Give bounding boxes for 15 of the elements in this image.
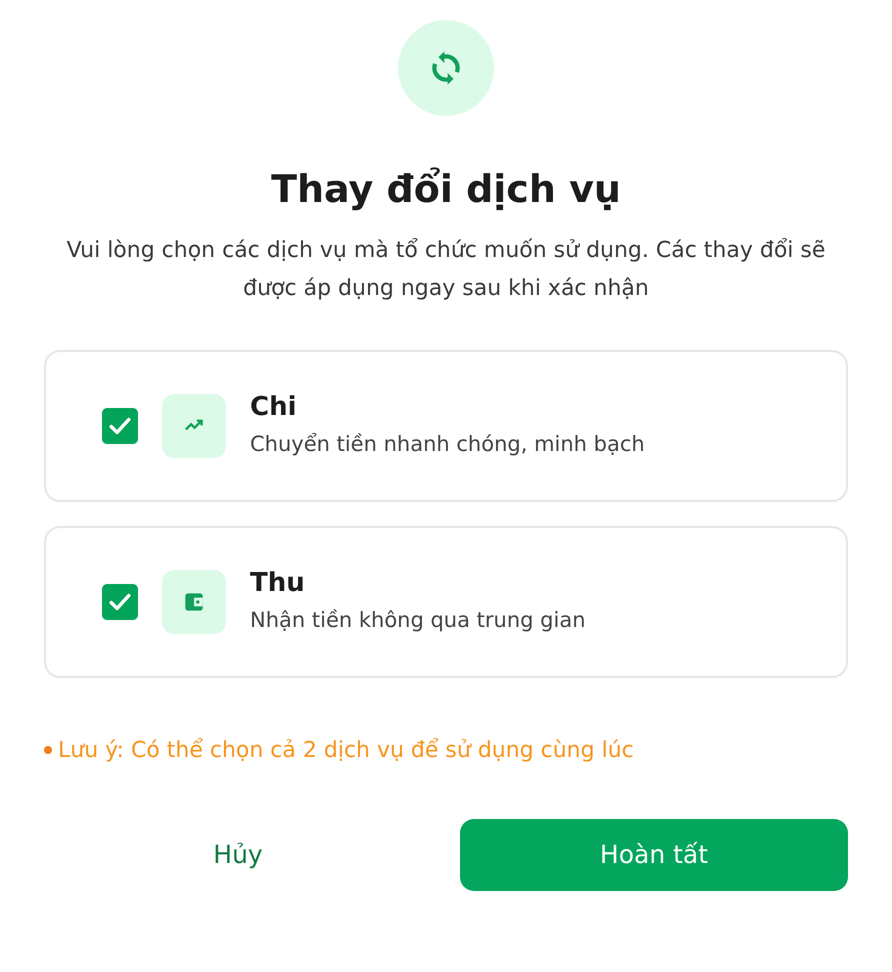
service-name: Chi bbox=[250, 390, 298, 423]
service-card[interactable]: Chi Chuyển tiền nhanh chóng, minh bạch bbox=[44, 350, 848, 502]
cancel-button[interactable]: Hủy bbox=[44, 818, 432, 890]
service-description: Chuyển tiền nhanh chóng, minh bạch bbox=[250, 431, 645, 458]
dialog-title: Thay đổi dịch vụ bbox=[271, 166, 621, 213]
bullet-icon bbox=[44, 746, 52, 754]
service-card[interactable]: Thu Nhận tiền không qua trung gian bbox=[44, 526, 848, 678]
checkbox[interactable] bbox=[102, 408, 138, 444]
trend-up-icon bbox=[162, 394, 226, 458]
wallet-icon bbox=[162, 570, 226, 634]
dialog-description: Vui lòng chọn các dịch vụ mà tổ chức muốn sử dụng. Các thay đổi sẽ được áp dụng ngay sau khi xác nhận bbox=[66, 236, 826, 302]
service-description: Nhận tiền không qua trung gian bbox=[250, 607, 586, 634]
service-name: Thu bbox=[250, 566, 306, 599]
note-text: Lưu ý: Có thể chọn cả 2 dịch vụ để sử dụng cùng lúc bbox=[58, 736, 634, 764]
checkbox[interactable] bbox=[102, 584, 138, 620]
